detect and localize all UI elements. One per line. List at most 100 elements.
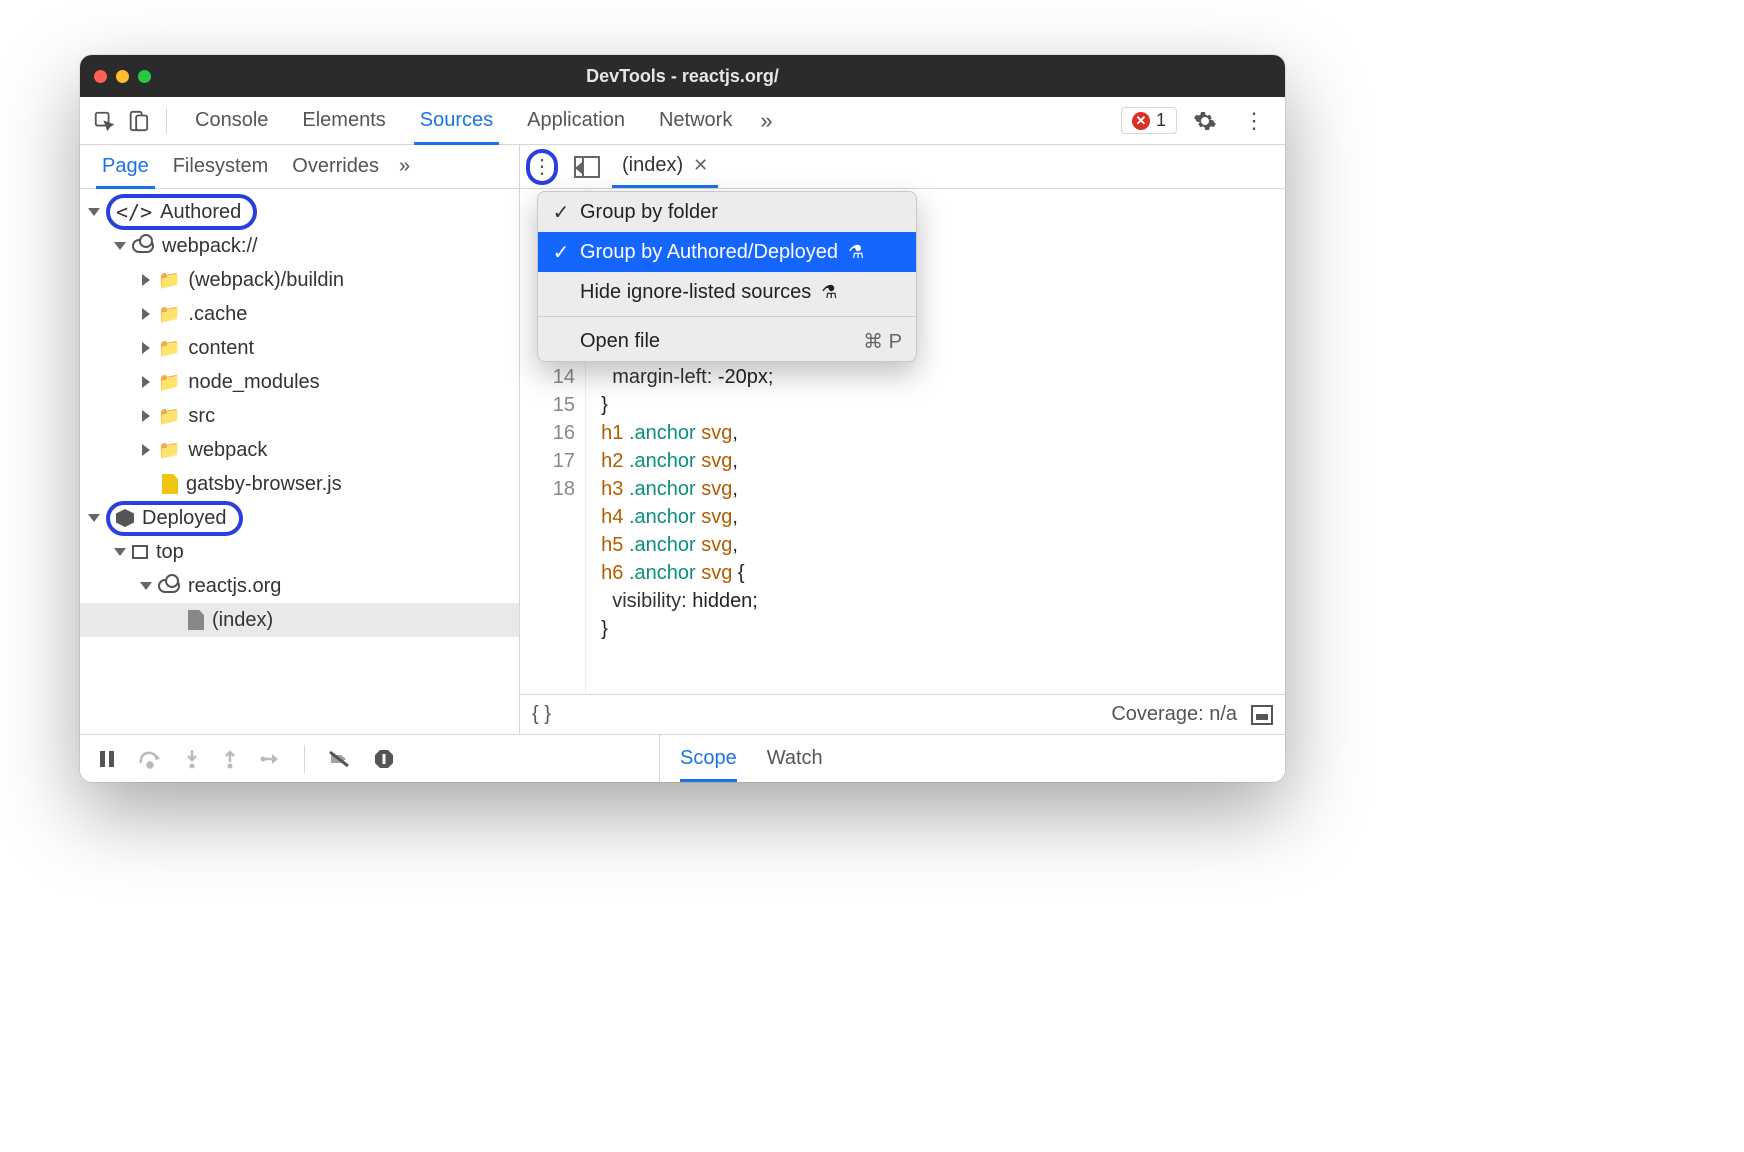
expand-toggle-icon[interactable] [142,342,150,354]
navigator-options-button[interactable]: ⋮ [526,149,558,185]
tree-file[interactable]: gatsby-browser.js [80,467,519,501]
editor-tabbar: ⋮ (index) ✕ [520,145,728,188]
error-counter[interactable]: ✕ 1 [1121,107,1177,134]
expand-toggle-icon[interactable] [88,208,100,216]
menu-open-file[interactable]: Open file ⌘ P [538,321,916,361]
menu-group-by-folder[interactable]: ✓ Group by folder [538,192,916,232]
tree-folder[interactable]: 📁node_modules [80,365,519,399]
expand-toggle-icon[interactable] [88,514,100,522]
subtab-overrides[interactable]: Overrides [280,145,391,188]
tab-sources[interactable]: Sources [406,97,507,144]
tab-watch[interactable]: Watch [767,747,823,770]
more-options-icon[interactable]: ⋮ [1233,108,1275,134]
minimize-window-button[interactable] [116,70,129,83]
folder-icon: 📁 [158,338,180,359]
tree-file-index[interactable]: (index) [80,603,519,637]
traffic-lights [94,70,151,83]
subtab-filesystem[interactable]: Filesystem [161,145,281,188]
step-into-icon[interactable] [184,748,200,770]
open-file-tab[interactable]: (index) ✕ [612,145,718,188]
experiment-flask-icon: ⚗ [821,282,837,303]
deployed-icon [116,509,134,527]
tab-label: Scope [680,747,737,769]
expand-toggle-icon[interactable] [114,548,126,556]
tree-label: Deployed [142,507,227,530]
folder-icon: 📁 [158,372,180,393]
step-over-icon[interactable] [138,749,162,769]
menu-group-by-authored[interactable]: ✓ Group by Authored/Deployed ⚗ [538,232,916,272]
subtab-page[interactable]: Page [90,145,161,188]
dock-side-icon[interactable] [1251,705,1273,725]
tree-folder[interactable]: 📁 (webpack)/buildin [80,263,519,297]
tab-label: Console [195,109,268,132]
close-tab-icon[interactable]: ✕ [693,155,708,176]
menu-label: Open file [580,330,660,353]
tab-console[interactable]: Console [181,97,282,144]
step-out-icon[interactable] [222,748,238,770]
folder-icon: 📁 [158,440,180,461]
more-subtabs-icon[interactable]: » [391,155,418,178]
tree-label: reactjs.org [188,575,281,598]
tree-frame-top[interactable]: top [80,535,519,569]
tree-group-authored[interactable]: </> Authored [80,195,519,229]
titlebar: DevTools - reactjs.org/ [80,55,1285,97]
pause-icon[interactable] [98,749,116,769]
pause-on-exceptions-icon[interactable] [373,748,395,770]
navigator-tabs: Page Filesystem Overrides » [80,145,520,188]
folder-icon: 📁 [158,304,180,325]
error-icon: ✕ [1132,112,1150,130]
tree-label: .cache [188,303,247,326]
menu-label: Hide ignore-listed sources [580,281,811,304]
menu-hide-ignore-listed[interactable]: Hide ignore-listed sources ⚗ [538,272,916,312]
device-toolbar-icon[interactable] [124,107,152,135]
code-footer: { } Coverage: n/a [520,694,1285,734]
tree-folder[interactable]: 📁 .cache [80,297,519,331]
expand-toggle-icon[interactable] [142,444,150,456]
tree-label: webpack [188,439,267,462]
tree-domain-webpack[interactable]: webpack:// [80,229,519,263]
document-icon [188,610,204,630]
expand-toggle-icon[interactable] [114,242,126,250]
tree-domain-reactjs[interactable]: reactjs.org [80,569,519,603]
inspect-element-icon[interactable] [90,107,118,135]
cloud-icon [132,239,154,253]
tree-folder[interactable]: 📁content [80,331,519,365]
close-window-button[interactable] [94,70,107,83]
zoom-window-button[interactable] [138,70,151,83]
tree-folder[interactable]: 📁 webpack [80,433,519,467]
pretty-print-icon[interactable]: { } [532,703,551,726]
coverage-status: Coverage: n/a [1111,703,1237,726]
experiment-flask-icon: ⚗ [848,242,864,263]
more-tabs-icon[interactable]: » [752,108,780,134]
deactivate-breakpoints-icon[interactable] [327,749,351,769]
menu-label: Group by Authored/Deployed [580,241,838,264]
sources-subtoolbar: Page Filesystem Overrides » ⋮ (index) ✕ [80,145,1285,189]
tree-group-deployed[interactable]: Deployed [80,501,519,535]
file-tab-name: (index) [622,154,683,177]
tab-elements[interactable]: Elements [288,97,399,144]
expand-toggle-icon[interactable] [142,308,150,320]
settings-gear-icon[interactable] [1183,109,1227,133]
expand-toggle-icon[interactable] [142,376,150,388]
folder-icon: 📁 [158,270,180,291]
folder-icon: 📁 [158,406,180,427]
toggle-navigator-icon[interactable] [574,156,600,178]
checkmark-icon: ✓ [552,240,570,265]
tree-label: (webpack)/buildin [188,269,344,292]
separator [166,108,167,134]
tree-folder[interactable]: 📁src [80,399,519,433]
bottom-toolbar: Scope Watch [80,734,1285,782]
subtab-label: Overrides [292,155,379,178]
tab-application[interactable]: Application [513,97,639,144]
step-icon[interactable] [260,750,282,768]
tab-network[interactable]: Network [645,97,746,144]
expand-toggle-icon[interactable] [140,582,152,590]
devtools-window: DevTools - reactjs.org/ Console Elements… [80,55,1285,782]
tab-label: Application [527,109,625,132]
navigator-tree: </> Authored webpack:// 📁 (webpack)/build… [80,189,520,734]
tab-label: Watch [767,747,823,769]
expand-toggle-icon[interactable] [142,410,150,422]
main-toolbar: Console Elements Sources Application Net… [80,97,1285,145]
tab-scope[interactable]: Scope [680,747,737,770]
expand-toggle-icon[interactable] [142,274,150,286]
